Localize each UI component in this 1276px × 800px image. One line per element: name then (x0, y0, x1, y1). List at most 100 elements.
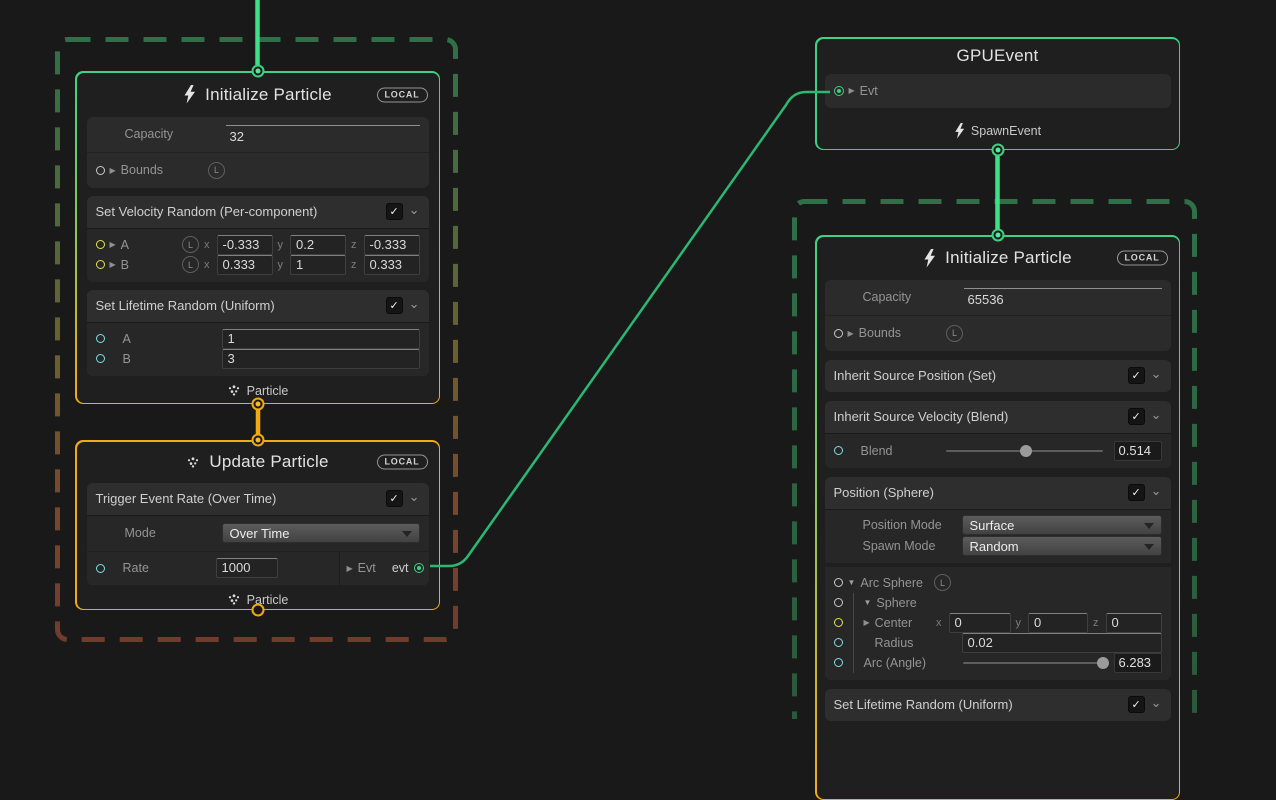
foldout-triangle-icon[interactable]: ▶ (848, 329, 854, 338)
block-enabled-checkbox[interactable]: ✓ (1128, 484, 1145, 501)
velocity-b-x-field[interactable]: 0.333 (217, 255, 273, 275)
arc-sphere-port[interactable] (834, 578, 843, 587)
block-enabled-checkbox[interactable]: ✓ (386, 490, 403, 507)
slider-handle[interactable] (1097, 657, 1109, 669)
block-enabled-checkbox[interactable]: ✓ (386, 297, 403, 314)
foldout-open-triangle-icon[interactable]: ▼ (848, 578, 856, 587)
block-enabled-checkbox[interactable]: ✓ (1128, 367, 1145, 384)
velocity-a-z-field[interactable]: -0.333 (364, 235, 420, 255)
evt-input-port[interactable] (834, 86, 844, 96)
flow-output-port-gpuevent[interactable] (991, 144, 1004, 157)
chevron-down-icon[interactable]: ⌄ (1151, 486, 1162, 496)
local-lock-icon[interactable]: L (182, 236, 199, 253)
foldout-triangle-icon[interactable]: ▶ (864, 618, 870, 627)
lifetime-b-field[interactable]: 3 (222, 349, 420, 369)
indent-guide (853, 633, 854, 653)
rate-label: Rate (123, 561, 211, 575)
center-x-field[interactable]: 0 (949, 613, 1011, 633)
block-set-lifetime-random[interactable]: Set Lifetime Random (Uniform) ✓ ⌄ (825, 689, 1171, 721)
local-space-badge[interactable]: LOCAL (377, 87, 428, 102)
flow-input-port-update[interactable] (252, 434, 265, 447)
center-z-field[interactable]: 0 (1106, 613, 1162, 633)
block-set-velocity-random[interactable]: Set Velocity Random (Per-component) ✓ ⌄ … (87, 196, 429, 282)
flow-output-port-init-left[interactable] (252, 398, 265, 411)
block-enabled-checkbox[interactable]: ✓ (1128, 696, 1145, 713)
chevron-down-icon[interactable]: ⌄ (1151, 698, 1162, 708)
foldout-triangle-icon[interactable]: ▶ (347, 564, 353, 573)
flow-input-port-init-left[interactable] (251, 65, 264, 78)
center-y-field[interactable]: 0 (1028, 613, 1088, 633)
foldout-triangle-icon[interactable]: ▶ (110, 166, 116, 175)
velocity-b-port[interactable] (96, 260, 105, 269)
chevron-down-icon[interactable]: ⌄ (1151, 369, 1162, 379)
bounds-port[interactable] (834, 329, 843, 338)
context-node-initialize-left[interactable]: Initialize Particle LOCAL Capacity 32 ▶ … (75, 71, 440, 404)
local-lock-icon[interactable]: L (946, 325, 963, 342)
blend-slider[interactable] (946, 450, 1103, 452)
blend-value-field[interactable]: 0.514 (1114, 441, 1162, 461)
velocity-a-port[interactable] (96, 240, 105, 249)
velocity-b-y-field[interactable]: 1 (290, 255, 346, 275)
local-lock-icon[interactable]: L (208, 162, 225, 179)
local-lock-icon[interactable]: L (934, 574, 951, 591)
local-space-badge[interactable]: LOCAL (1117, 251, 1168, 266)
flow-anchor-label: SpawnEvent (971, 124, 1041, 138)
node-title: GPUEvent (957, 46, 1039, 66)
chevron-down-icon[interactable]: ⌄ (409, 492, 420, 502)
bounds-port[interactable] (96, 166, 105, 175)
rate-evt-row: Rate 1000 ▶ Evt evt (87, 551, 429, 585)
context-settings-panel: Capacity 65536 ▶ Bounds L (825, 280, 1171, 351)
lifetime-b-port[interactable] (96, 354, 105, 363)
lifetime-a-field[interactable]: 1 (222, 329, 420, 349)
velocity-a-x-field[interactable]: -0.333 (217, 235, 273, 255)
block-set-lifetime-random[interactable]: Set Lifetime Random (Uniform) ✓ ⌄ A 1 B … (87, 290, 429, 376)
flow-input-port-init-right[interactable] (991, 229, 1004, 242)
blend-port[interactable] (834, 446, 843, 455)
block-trigger-event-rate[interactable]: Trigger Event Rate (Over Time) ✓ ⌄ Mode … (87, 483, 429, 585)
foldout-triangle-icon[interactable]: ▶ (110, 260, 116, 269)
foldout-open-triangle-icon[interactable]: ▼ (864, 598, 872, 607)
capacity-field[interactable]: 32 (226, 125, 420, 144)
sphere-port[interactable] (834, 598, 843, 607)
lifetime-a-port[interactable] (96, 334, 105, 343)
arc-angle-value-field[interactable]: 6.283 (1114, 653, 1162, 673)
vfx-graph-canvas[interactable]: { "glyphs": {"check": "✓", "chevron_down… (0, 0, 1276, 719)
block-position-sphere[interactable]: Position (Sphere) ✓ ⌄ Position Mode Surf… (825, 477, 1171, 680)
evt-output-port[interactable] (414, 563, 424, 573)
arc-angle-port[interactable] (834, 658, 843, 667)
rate-field[interactable]: 1000 (216, 558, 278, 578)
chevron-down-icon[interactable]: ⌄ (409, 205, 420, 215)
context-node-update[interactable]: Update Particle LOCAL Trigger Event Rate… (75, 440, 440, 610)
local-lock-icon[interactable]: L (182, 256, 199, 273)
chevron-down-icon[interactable]: ⌄ (1151, 410, 1162, 420)
spawn-mode-label: Spawn Mode (863, 539, 957, 553)
context-node-initialize-right[interactable]: Initialize Particle LOCAL Capacity 65536… (815, 235, 1180, 800)
mode-dropdown[interactable]: Over Time (222, 523, 420, 543)
context-node-gpuevent[interactable]: GPUEvent ▶ Evt SpawnEvent (815, 37, 1180, 150)
flow-output-port-update[interactable] (252, 604, 265, 617)
context-settings-panel: Capacity 32 ▶ Bounds L (87, 117, 429, 188)
radius-port[interactable] (834, 638, 843, 647)
block-enabled-checkbox[interactable]: ✓ (386, 203, 403, 220)
block-inherit-source-velocity[interactable]: Inherit Source Velocity (Blend) ✓ ⌄ Blen… (825, 401, 1171, 468)
rate-port[interactable] (96, 564, 105, 573)
arc-angle-slider[interactable] (963, 662, 1103, 664)
node-header: Update Particle LOCAL (77, 442, 439, 483)
velocity-a-y-field[interactable]: 0.2 (290, 235, 346, 255)
lifetime-a-label: A (123, 332, 217, 346)
velocity-b-z-field[interactable]: 0.333 (364, 255, 420, 275)
radius-field[interactable]: 0.02 (962, 633, 1162, 653)
foldout-triangle-icon[interactable]: ▶ (849, 86, 855, 95)
block-enabled-checkbox[interactable]: ✓ (1128, 408, 1145, 425)
axis-x-label: x (204, 259, 210, 271)
slider-handle[interactable] (1020, 445, 1032, 457)
center-port[interactable] (834, 618, 843, 627)
position-mode-dropdown[interactable]: Surface (962, 515, 1162, 535)
local-space-badge[interactable]: LOCAL (377, 455, 428, 470)
spawn-mode-dropdown[interactable]: Random (962, 536, 1162, 556)
foldout-triangle-icon[interactable]: ▶ (110, 240, 116, 249)
chevron-down-icon[interactable]: ⌄ (409, 299, 420, 309)
capacity-field[interactable]: 65536 (964, 288, 1162, 307)
data-edge-evt-to-gpuevent[interactable] (430, 92, 830, 566)
block-inherit-source-position[interactable]: Inherit Source Position (Set) ✓ ⌄ (825, 360, 1171, 392)
